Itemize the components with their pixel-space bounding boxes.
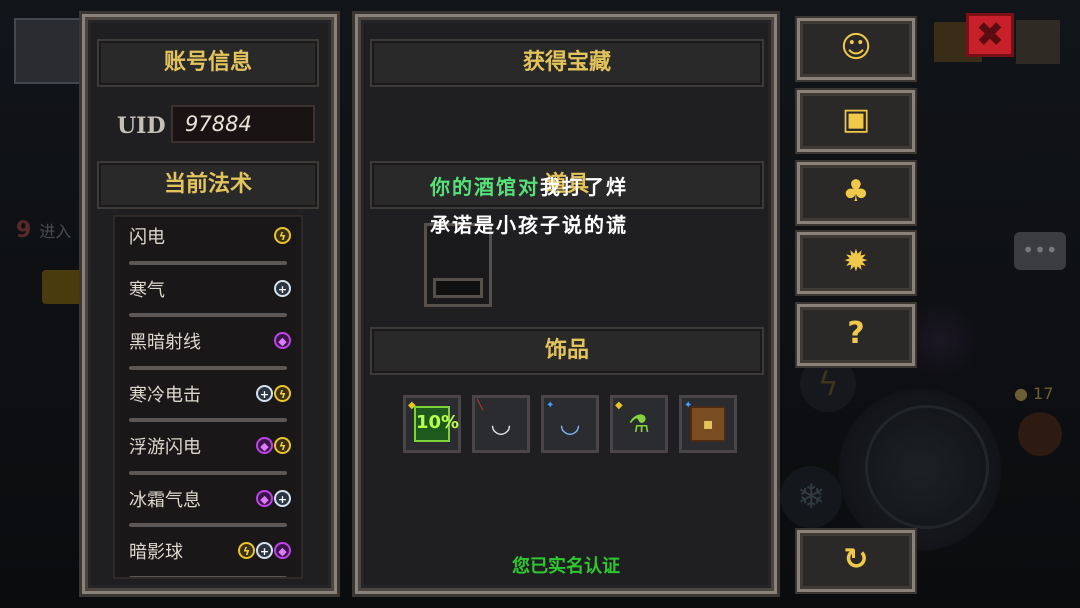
refresh-icon: ↻ bbox=[843, 542, 869, 577]
spell-row[interactable]: 暗影球 ϟ + ◆ bbox=[115, 532, 301, 577]
help-button[interactable]: ? bbox=[797, 304, 915, 366]
necklace-icon: ◡ bbox=[560, 410, 580, 438]
spell-element-icons: + bbox=[274, 279, 291, 297]
background-slot-icon bbox=[1016, 20, 1060, 64]
potion-icon: ⚗ bbox=[628, 410, 650, 438]
spell-element-icons: ϟ bbox=[274, 227, 291, 244]
spell-name: 暗影球 bbox=[129, 542, 183, 563]
spell-separator bbox=[129, 575, 287, 577]
account-panel: 账号信息 UID 97884 当前法术 闪电 ϟ 寒气 + 黑暗射线 ◆ 寒冷电击 + ϟ 浮游闪… bbox=[82, 14, 337, 594]
support-button[interactable]: ☺ bbox=[797, 18, 915, 80]
accessory-necklace-red[interactable]: ╲ ◡ bbox=[472, 395, 530, 453]
spell-separator bbox=[129, 313, 287, 317]
account-info-title: 账号信息 bbox=[97, 39, 319, 87]
lightning-element-icon: ϟ bbox=[238, 542, 255, 559]
background-yellow-button bbox=[42, 270, 82, 304]
spell-separator bbox=[129, 260, 287, 265]
background-level-indicator: 9 进入 bbox=[16, 218, 72, 243]
treasure-title: 获得宝藏 bbox=[370, 39, 764, 87]
spell-name: 黑暗射线 bbox=[129, 332, 201, 353]
spell-name: 冰霜气息 bbox=[129, 489, 201, 511]
accessory-scroll[interactable]: ✦ ▪ bbox=[679, 395, 737, 453]
bee-button[interactable]: ♣ bbox=[797, 162, 915, 224]
treasure-panel: 获得宝藏 道具 你的酒馆对我打了烊 承诺是小孩子说的谎 饰品 ◆ 10% ╲ ◡… bbox=[355, 14, 777, 594]
spell-element-icons: ◆ bbox=[274, 332, 291, 349]
bee-icon: ♣ bbox=[842, 174, 870, 209]
refresh-button[interactable]: ↻ bbox=[797, 530, 915, 592]
accessory-row: ◆ 10% ╲ ◡ ✦ ◡ ◆ ⚗ ✦ ▪ bbox=[403, 395, 737, 453]
headset-icon: ☺ bbox=[840, 30, 872, 65]
help-book-icon: ? bbox=[847, 316, 865, 351]
background-snowflake-skill-icon: ❄ bbox=[780, 466, 842, 528]
spell-separator bbox=[129, 365, 287, 370]
frost-element-icon: + bbox=[274, 489, 291, 507]
current-spells-title: 当前法术 bbox=[97, 161, 319, 209]
verified-status: 您已实名认证 bbox=[512, 556, 620, 577]
spell-row[interactable]: 冰霜气息 ◆ + bbox=[115, 480, 301, 533]
settings-button[interactable]: ✹ bbox=[797, 232, 915, 294]
uid-value[interactable]: 97884 bbox=[171, 105, 315, 143]
spell-row[interactable]: 寒气 + bbox=[115, 270, 301, 323]
background-joystick bbox=[865, 405, 989, 529]
uid-label: UID bbox=[117, 113, 166, 139]
spell-separator bbox=[129, 418, 287, 422]
lyric-overlay-line-1: 你的酒馆对我打了烊 bbox=[430, 171, 628, 200]
dark-element-icon: ◆ bbox=[256, 489, 273, 507]
lyric-white-part: 我打了烊 bbox=[540, 175, 628, 199]
spell-row[interactable]: 黑暗射线 ◆ bbox=[115, 322, 301, 375]
green-book-icon: 10% bbox=[414, 406, 459, 442]
accessory-book[interactable]: ◆ 10% bbox=[403, 395, 461, 453]
lyric-overlay-line-2: 承诺是小孩子说的谎 bbox=[430, 213, 628, 237]
accessory-potion[interactable]: ◆ ⚗ bbox=[610, 395, 668, 453]
background-orb-icon bbox=[1018, 412, 1062, 456]
close-button[interactable]: ✖ bbox=[966, 13, 1014, 57]
spell-separator bbox=[129, 523, 287, 527]
dark-element-icon: ◆ bbox=[274, 332, 291, 349]
spell-element-icons: ◆ ϟ bbox=[256, 437, 291, 454]
spell-separator bbox=[129, 470, 287, 475]
dark-element-icon: ◆ bbox=[256, 437, 273, 454]
accessory-necklace-blue[interactable]: ✦ ◡ bbox=[541, 395, 599, 453]
spell-row[interactable]: 寒冷电击 + ϟ bbox=[115, 375, 301, 428]
spell-element-icons: ϟ + ◆ bbox=[238, 542, 291, 559]
lyric-green-part: 你的酒馆对 bbox=[430, 175, 540, 199]
spell-element-icons: + ϟ bbox=[256, 384, 291, 402]
spell-list[interactable]: 闪电 ϟ 寒气 + 黑暗射线 ◆ 寒冷电击 + ϟ 浮游闪电 ◆ ϟ 冰霜气息 ◆ + 暗影球 ϟ + ◆ bbox=[113, 215, 303, 579]
spell-element-icons: ◆ + bbox=[256, 489, 291, 507]
spell-name: 寒冷电击 bbox=[129, 384, 201, 406]
gift-button[interactable]: ▣ bbox=[797, 90, 915, 152]
background-coin-count: ● 17 bbox=[1014, 384, 1054, 403]
necklace-icon: ◡ bbox=[491, 410, 511, 438]
lightning-element-icon: ϟ bbox=[274, 227, 291, 244]
spell-name: 浮游闪电 bbox=[129, 437, 201, 458]
accessories-title: 饰品 bbox=[370, 327, 764, 375]
spell-name: 寒气 bbox=[129, 279, 165, 301]
lightning-element-icon: ϟ bbox=[274, 384, 291, 402]
frost-element-icon: + bbox=[256, 542, 273, 559]
spell-row[interactable]: 闪电 ϟ bbox=[115, 217, 301, 270]
frost-element-icon: + bbox=[274, 279, 291, 297]
gift-icon: ▣ bbox=[841, 102, 871, 137]
spell-name: 闪电 bbox=[129, 227, 165, 248]
frost-element-icon: + bbox=[256, 384, 273, 402]
gear-icon: ✹ bbox=[843, 244, 869, 279]
spell-row[interactable]: 浮游闪电 ◆ ϟ bbox=[115, 427, 301, 480]
chat-bubble-icon: ••• bbox=[1014, 232, 1066, 270]
player-portrait bbox=[14, 18, 82, 84]
dark-element-icon: ◆ bbox=[274, 542, 291, 559]
close-icon: ✖ bbox=[975, 15, 1005, 55]
scroll-icon: ▪ bbox=[690, 406, 726, 442]
lightning-element-icon: ϟ bbox=[274, 437, 291, 454]
